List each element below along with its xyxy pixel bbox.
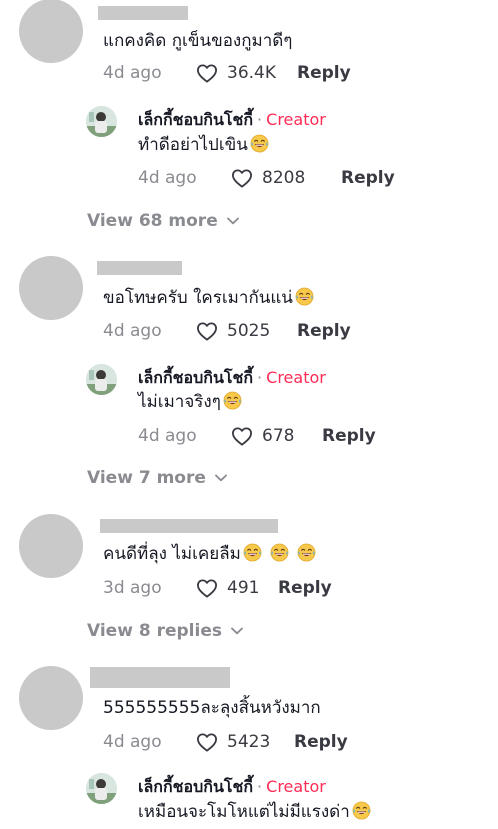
comment-text: คนดีที่ลุง ไม่เคยลืม: [103, 543, 316, 565]
heart-icon[interactable]: [196, 63, 218, 83]
like-count: 8208: [262, 168, 306, 188]
creator-badge: Creator: [266, 368, 326, 387]
avatar[interactable]: [19, 0, 83, 63]
heart-icon[interactable]: [231, 426, 253, 446]
avatar[interactable]: [19, 666, 83, 730]
timestamp: 4d ago: [138, 168, 197, 188]
laughing-emoji-icon: [295, 287, 314, 306]
creator-avatar[interactable]: [86, 106, 117, 137]
reply-button[interactable]: Reply: [297, 321, 351, 341]
reply-text: เหมือนจะโมโหแต่ไม่มีแรงด่า: [138, 801, 371, 823]
timestamp: 4d ago: [103, 732, 162, 752]
reply-author[interactable]: เล็กกี้ชอบกินโชกี้ · Creator: [138, 108, 326, 133]
like-count: 678: [262, 426, 295, 446]
redacted-username[interactable]: [97, 261, 182, 275]
comment-meta: 3d ago 491 Reply: [103, 576, 332, 600]
reply-text: ทำดีอย่าไปเขิน: [138, 134, 269, 156]
reply-text: ไม่เมาจริงๆ: [138, 391, 242, 413]
laughing-emoji-icon: [243, 543, 262, 562]
reply-button[interactable]: Reply: [278, 578, 332, 598]
redacted-username[interactable]: [90, 667, 230, 688]
view-more-replies[interactable]: View 8 replies: [87, 621, 243, 641]
redacted-username[interactable]: [98, 6, 188, 20]
like-count: 5025: [227, 321, 271, 341]
creator-badge: Creator: [266, 777, 326, 796]
comment-text: แกคงคิด กูเข็นของกูมาดีๆ: [103, 31, 293, 51]
heart-icon[interactable]: [196, 732, 218, 752]
comment-text: ขอโทษครับ ใครเมากันแน่: [103, 287, 314, 309]
laughing-emoji-icon: [270, 543, 289, 562]
heart-icon[interactable]: [231, 168, 253, 188]
creator-avatar[interactable]: [86, 773, 117, 804]
like-count: 491: [227, 578, 260, 598]
comment-meta: 4d ago 5025 Reply: [103, 319, 351, 343]
heart-icon[interactable]: [196, 321, 218, 341]
timestamp: 3d ago: [103, 578, 162, 598]
reply-button[interactable]: Reply: [322, 426, 376, 446]
reply-author[interactable]: เล็กกี้ชอบกินโชกี้ · Creator: [138, 366, 326, 391]
redacted-username[interactable]: [100, 519, 278, 533]
timestamp: 4d ago: [138, 426, 197, 446]
creator-badge: Creator: [266, 110, 326, 129]
chevron-down-icon: [227, 217, 239, 225]
laughing-emoji-icon: [250, 134, 269, 153]
avatar[interactable]: [19, 514, 83, 578]
laughing-emoji-icon: [223, 391, 242, 410]
comment-meta: 4d ago 36.4K Reply: [103, 61, 351, 85]
like-count: 5423: [227, 732, 271, 752]
laughing-emoji-icon: [352, 801, 371, 820]
timestamp: 4d ago: [103, 321, 162, 341]
chevron-down-icon: [231, 627, 243, 635]
laughing-emoji-icon: [297, 543, 316, 562]
view-more-replies[interactable]: View 68 more: [87, 211, 239, 231]
avatar[interactable]: [19, 256, 83, 320]
creator-avatar[interactable]: [86, 364, 117, 395]
like-count: 36.4K: [227, 63, 276, 83]
chevron-down-icon: [215, 474, 227, 482]
reply-meta: 4d ago 678 Reply: [138, 424, 376, 448]
comment-meta: 4d ago 5423 Reply: [103, 730, 348, 754]
reply-author[interactable]: เล็กกี้ชอบกินโชกี้ · Creator: [138, 775, 326, 800]
timestamp: 4d ago: [103, 63, 162, 83]
heart-icon[interactable]: [196, 578, 218, 598]
reply-button[interactable]: Reply: [341, 168, 395, 188]
view-more-replies[interactable]: View 7 more: [87, 468, 227, 488]
comment-text: 555555555ละลุงสิ้นหวังมาก: [103, 698, 321, 718]
reply-meta: 4d ago 8208 Reply: [138, 166, 395, 190]
reply-button[interactable]: Reply: [297, 63, 351, 83]
reply-button[interactable]: Reply: [294, 732, 348, 752]
